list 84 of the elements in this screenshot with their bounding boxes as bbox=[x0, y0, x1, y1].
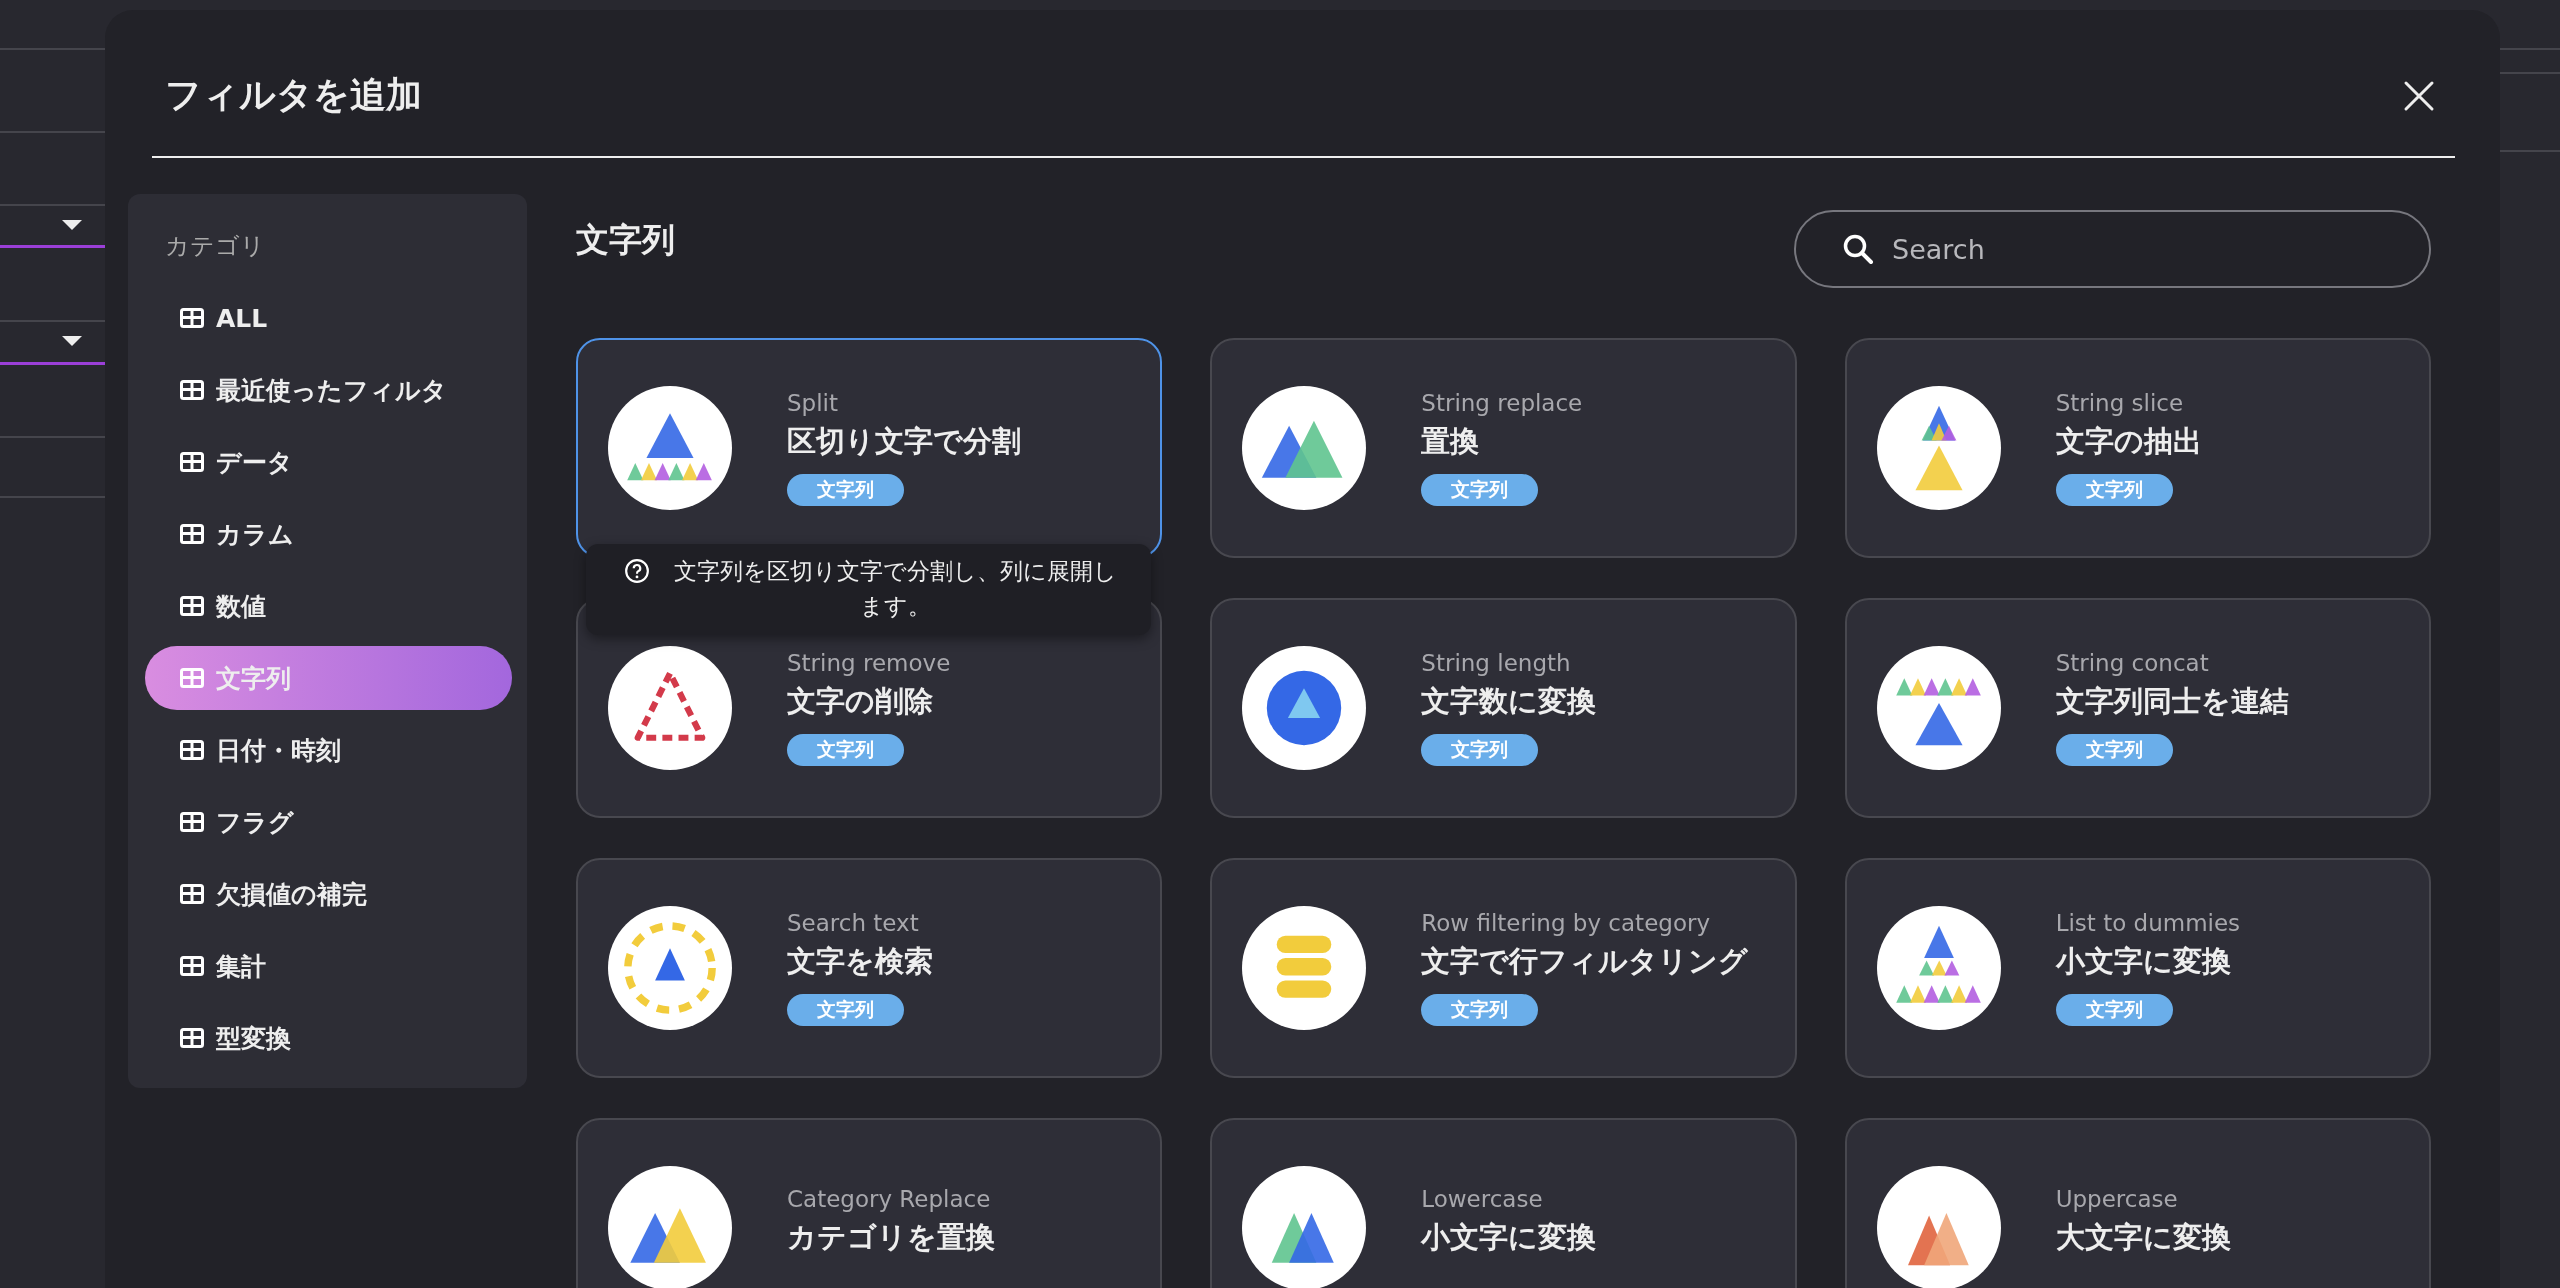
filter-title: 文字の削除 bbox=[787, 683, 933, 720]
stacked-bars-icon bbox=[1242, 906, 1367, 1030]
triangles-icon bbox=[1876, 646, 2001, 770]
table-icon bbox=[180, 308, 204, 328]
filter-card[interactable]: Category Replace カテゴリを置換 bbox=[576, 1118, 1163, 1288]
category-item[interactable]: 欠損値の補完 bbox=[145, 862, 512, 926]
category-tag: 文字列 bbox=[787, 734, 904, 766]
caret-icon[interactable] bbox=[62, 336, 82, 346]
filter-card[interactable]: String concat 文字列同士を連結 文字列 bbox=[1844, 598, 2431, 818]
category-tag: 文字列 bbox=[1421, 994, 1539, 1026]
table-icon bbox=[180, 524, 204, 544]
dashed-circle-icon bbox=[608, 906, 732, 1030]
section-heading: 文字列 bbox=[576, 218, 675, 261]
filter-card[interactable]: Uppercase 大文字に変換 bbox=[1844, 1118, 2431, 1288]
filter-title: 文字を検索 bbox=[787, 943, 933, 980]
filter-name: String replace bbox=[1421, 390, 1583, 416]
filter-name: Split bbox=[787, 390, 838, 416]
filter-name: String slice bbox=[2055, 390, 2184, 416]
category-item[interactable]: 集計 bbox=[145, 934, 512, 998]
filter-title: 小文字に変換 bbox=[2055, 943, 2231, 980]
caret-icon[interactable] bbox=[62, 220, 82, 230]
category-item[interactable]: 日付・時刻 bbox=[145, 718, 512, 782]
filter-title: 文字で行フィルタリング bbox=[1421, 943, 1749, 980]
filter-card[interactable]: Search text 文字を検索 文字列 bbox=[576, 858, 1163, 1078]
filter-title: 大文字に変換 bbox=[2055, 1219, 2231, 1256]
triangles-icon bbox=[1876, 906, 2001, 1030]
filter-title: 区切り文字で分割 bbox=[787, 423, 1021, 460]
category-item[interactable]: ALL bbox=[145, 286, 512, 350]
category-item[interactable]: フラグ bbox=[145, 790, 512, 854]
filter-card[interactable]: String slice 文字の抽出 文字列 bbox=[1844, 338, 2431, 558]
filter-name: Uppercase bbox=[2055, 1186, 2178, 1212]
category-item[interactable]: カラム bbox=[145, 502, 512, 566]
triangles-icon bbox=[1876, 1166, 2001, 1288]
category-item[interactable]: 数値 bbox=[145, 574, 512, 638]
category-tag: 文字列 bbox=[787, 474, 904, 506]
triangles-icon bbox=[608, 1166, 732, 1288]
table-icon bbox=[180, 812, 204, 832]
filter-name: Search text bbox=[787, 910, 919, 936]
category-tag: 文字列 bbox=[1421, 734, 1539, 766]
filter-name: String concat bbox=[2055, 650, 2209, 676]
filter-name: String remove bbox=[787, 650, 951, 676]
filter-card[interactable]: Row filtering by category 文字で行フィルタリング 文字列 bbox=[1210, 858, 1797, 1078]
category-tag: 文字列 bbox=[2055, 994, 2173, 1026]
filter-title: 文字列同士を連結 bbox=[2055, 683, 2289, 720]
table-icon bbox=[180, 956, 204, 976]
table-icon bbox=[180, 668, 204, 688]
category-item[interactable]: データ bbox=[145, 430, 512, 494]
filter-name: Row filtering by category bbox=[1421, 910, 1711, 936]
table-icon bbox=[180, 884, 204, 904]
filter-title: 小文字に変換 bbox=[1421, 1219, 1597, 1256]
filter-title: 文字の抽出 bbox=[2055, 423, 2202, 460]
filter-card[interactable]: String length 文字数に変換 文字列 bbox=[1210, 598, 1797, 818]
circle-icon bbox=[1242, 646, 1367, 770]
triangles-icon bbox=[608, 386, 732, 510]
category-tag: 文字列 bbox=[2055, 734, 2173, 766]
filter-title: 置換 bbox=[1421, 423, 1480, 460]
filter-title: カテゴリを置換 bbox=[787, 1219, 995, 1256]
filter-card[interactable]: String replace 置換 文字列 bbox=[1210, 338, 1797, 558]
close-icon[interactable] bbox=[2403, 80, 2435, 112]
filter-card[interactable]: Lowercase 小文字に変換 bbox=[1210, 1118, 1797, 1288]
filter-card[interactable]: List to dummies 小文字に変換 文字列 bbox=[1844, 858, 2431, 1078]
table-icon bbox=[180, 596, 204, 616]
search-field[interactable]: Search bbox=[1794, 210, 2431, 288]
triangles-icon bbox=[1876, 386, 2001, 510]
category-item[interactable]: 型変換 bbox=[145, 1006, 512, 1070]
category-tag: 文字列 bbox=[1421, 474, 1539, 506]
filter-title: 文字数に変換 bbox=[1421, 683, 1597, 720]
category-item[interactable]: 最近使ったフィルタ bbox=[145, 358, 512, 422]
filter-name: String length bbox=[1421, 650, 1571, 676]
table-icon bbox=[180, 452, 204, 472]
help-icon bbox=[624, 558, 650, 584]
table-icon bbox=[180, 380, 204, 400]
sidebar-heading: カテゴリ bbox=[164, 231, 266, 262]
filter-name: Category Replace bbox=[787, 1186, 991, 1212]
table-icon bbox=[180, 1028, 204, 1048]
dialog-title: フィルタを追加 bbox=[165, 73, 422, 117]
category-tag: 文字列 bbox=[787, 994, 904, 1026]
category-tag: 文字列 bbox=[2055, 474, 2173, 506]
triangles-icon bbox=[1242, 386, 1367, 510]
table-icon bbox=[180, 740, 204, 760]
filter-name: List to dummies bbox=[2055, 910, 2241, 936]
search-icon bbox=[1842, 233, 1874, 265]
filter-name: Lowercase bbox=[1421, 1186, 1543, 1212]
triangles-icon bbox=[1242, 1166, 1367, 1288]
